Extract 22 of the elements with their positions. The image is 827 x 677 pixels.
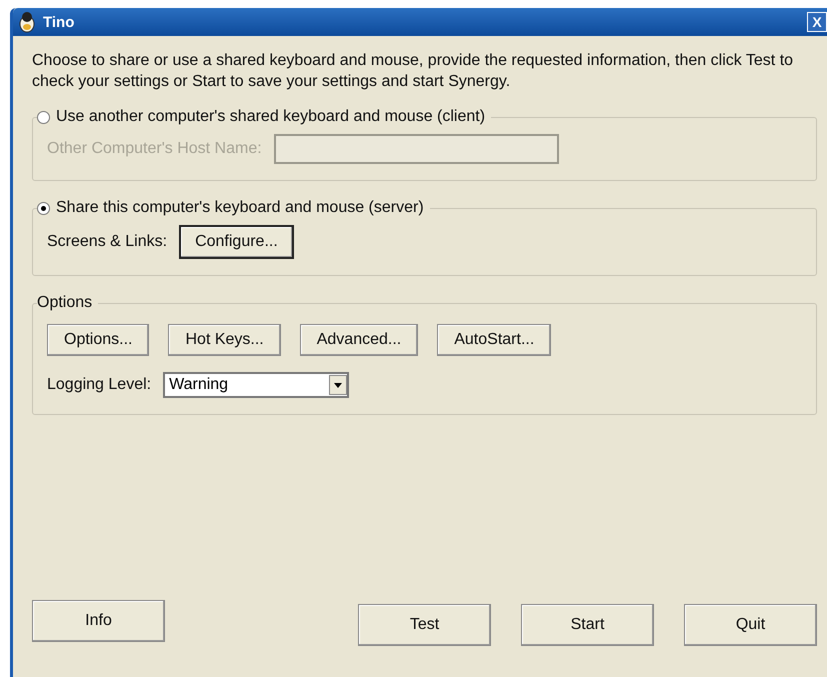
- footer-button[interactable]: Start: [521, 604, 654, 646]
- window-title: Tino: [43, 14, 76, 30]
- field-label: Screens & Links:: [47, 233, 168, 251]
- options-button[interactable]: Advanced...: [300, 324, 418, 356]
- caret-icon: [329, 375, 348, 395]
- field-label: Other Computer's Host Name:: [47, 140, 262, 158]
- options-button[interactable]: Hot Keys...: [168, 324, 281, 356]
- group-title: Options: [37, 294, 92, 312]
- radio-button[interactable]: [37, 202, 50, 214]
- configure-button[interactable]: Configure...: [179, 225, 294, 259]
- footer-button[interactable]: Quit: [684, 604, 817, 646]
- radio-label: Share this computer's keyboard and mouse (server): [56, 199, 424, 217]
- options-button[interactable]: Options...: [47, 324, 150, 356]
- radio-label: Use another computer's shared keyboard and mouse (client): [56, 108, 486, 126]
- logging-level-dropdown[interactable]: Warning: [163, 372, 350, 398]
- options-button[interactable]: AutoStart...: [437, 324, 552, 356]
- info-button[interactable]: Info: [32, 600, 165, 642]
- instructions-text: Choose to share or use a shared keyboard and mouse, provide the requested information, then click Test to check your settings or Start to save your settings and start Synergy.: [32, 51, 794, 92]
- field-label: Logging Level:: [47, 376, 152, 394]
- footer-button[interactable]: Test: [358, 604, 491, 646]
- close-button[interactable]: X: [807, 12, 827, 32]
- app-icon: [17, 11, 37, 33]
